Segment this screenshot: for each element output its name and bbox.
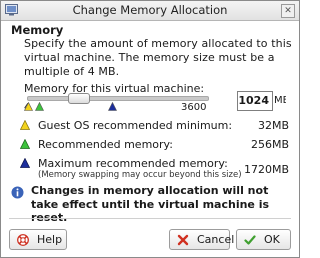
blue-triangle-icon: [20, 158, 30, 168]
max-recommended-marker-icon: [108, 102, 118, 111]
legend-note: (Memory swapping may occur beyond this s…: [38, 170, 242, 180]
legend-value: 32MB: [257, 119, 289, 132]
recommended-marker-icon: [35, 102, 45, 111]
x-icon: [177, 234, 189, 246]
checkmark-icon: [244, 235, 256, 245]
help-label: Help: [37, 233, 63, 246]
legend-label: Maximum recommended memory:: [38, 157, 228, 170]
dialog-window: Change Memory Allocation ✕ Memory Specif…: [0, 0, 300, 258]
slider-track[interactable]: [27, 96, 209, 101]
close-icon: ✕: [284, 6, 292, 16]
legend-label: Recommended memory:: [38, 138, 173, 151]
close-button[interactable]: ✕: [281, 4, 295, 18]
help-button[interactable]: Help: [9, 229, 67, 250]
yellow-triangle-icon: [20, 120, 30, 130]
cancel-label: Cancel: [197, 233, 235, 246]
section-heading: Memory: [11, 23, 64, 37]
separator: [9, 218, 291, 219]
ok-button[interactable]: OK: [236, 229, 291, 250]
memory-unit: MB: [274, 95, 286, 106]
slider-max-label: 3600: [181, 102, 207, 113]
legend-label: Guest OS recommended minimum:: [38, 119, 233, 132]
legend-value: 256MB: [250, 138, 289, 151]
cancel-button[interactable]: Cancel: [169, 229, 234, 250]
memory-value: 1024: [238, 94, 269, 107]
title-bar[interactable]: Change Memory Allocation ✕: [1, 1, 299, 21]
info-icon: [11, 186, 24, 199]
lifebuoy-icon: [17, 234, 29, 246]
green-triangle-icon: [20, 139, 30, 149]
window-title: Change Memory Allocation: [72, 3, 228, 17]
legend-value: 1720MB: [243, 163, 289, 176]
memory-spinbox[interactable]: 1024: [237, 91, 273, 111]
guest-os-min-marker-icon: [23, 102, 33, 111]
ok-label: OK: [264, 233, 280, 246]
slider-markers: [23, 102, 207, 111]
memory-description: Specify the amount of memory allocated t…: [24, 37, 292, 78]
